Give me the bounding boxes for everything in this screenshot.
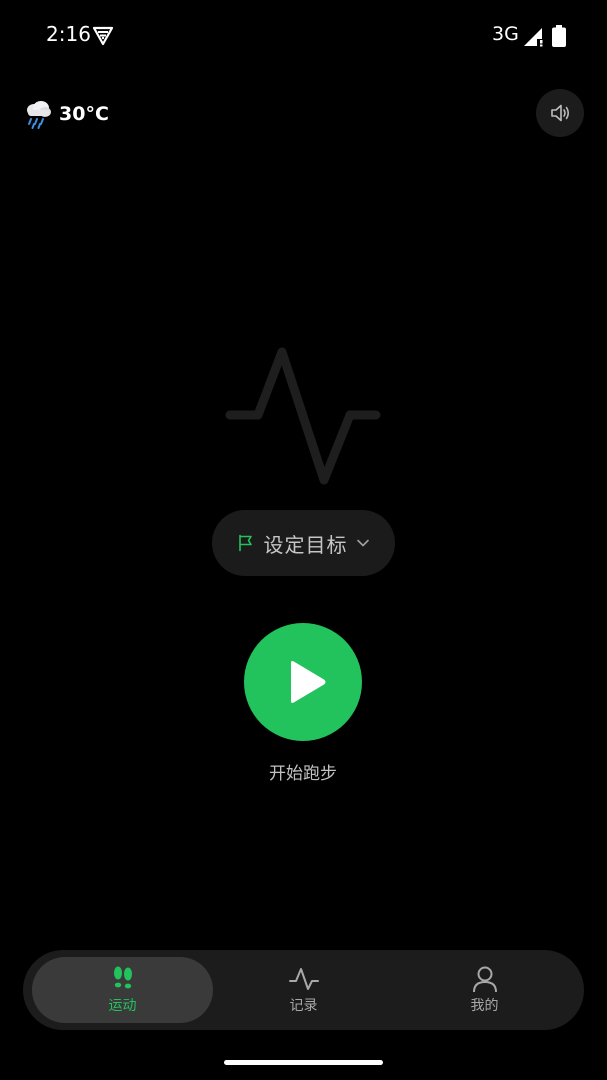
set-goal-dropdown[interactable]: 设定目标 <box>212 510 395 576</box>
start-run-label: 开始跑步 <box>269 764 337 784</box>
weather-temperature: 30°C <box>59 103 109 125</box>
bottom-navigation: 运动 记录 我的 <box>23 950 584 1030</box>
footprints-icon <box>113 966 132 988</box>
tab-sport[interactable]: 运动 <box>32 957 213 1023</box>
tab-records-label: 记录 <box>289 997 318 1014</box>
status-bar: 2:16 3G <box>0 0 607 72</box>
tab-mine-label: 我的 <box>470 997 499 1014</box>
pulse-icon <box>288 967 319 990</box>
network-type: 3G <box>492 23 519 45</box>
person-icon <box>472 966 497 992</box>
flag-icon <box>238 534 252 552</box>
tab-sport-label: 运动 <box>108 997 137 1014</box>
play-icon <box>291 661 326 703</box>
tab-mine[interactable]: 我的 <box>394 950 575 1030</box>
vpn-key-shield-icon <box>92 26 114 46</box>
battery-icon <box>552 25 566 47</box>
chevron-down-icon <box>356 539 369 547</box>
sound-toggle-button[interactable] <box>536 89 584 137</box>
start-run-button[interactable] <box>244 623 362 741</box>
signal-icon <box>524 28 543 47</box>
weather-widget[interactable]: 30°C <box>24 98 109 130</box>
heartbeat-pulse-icon <box>225 347 381 485</box>
rain-cloud-icon <box>27 101 51 129</box>
tab-records[interactable]: 记录 <box>213 950 394 1030</box>
set-goal-label: 设定目标 <box>263 532 348 557</box>
status-time: 2:16 <box>46 22 91 46</box>
speaker-icon <box>551 104 570 122</box>
home-indicator[interactable] <box>224 1060 383 1065</box>
